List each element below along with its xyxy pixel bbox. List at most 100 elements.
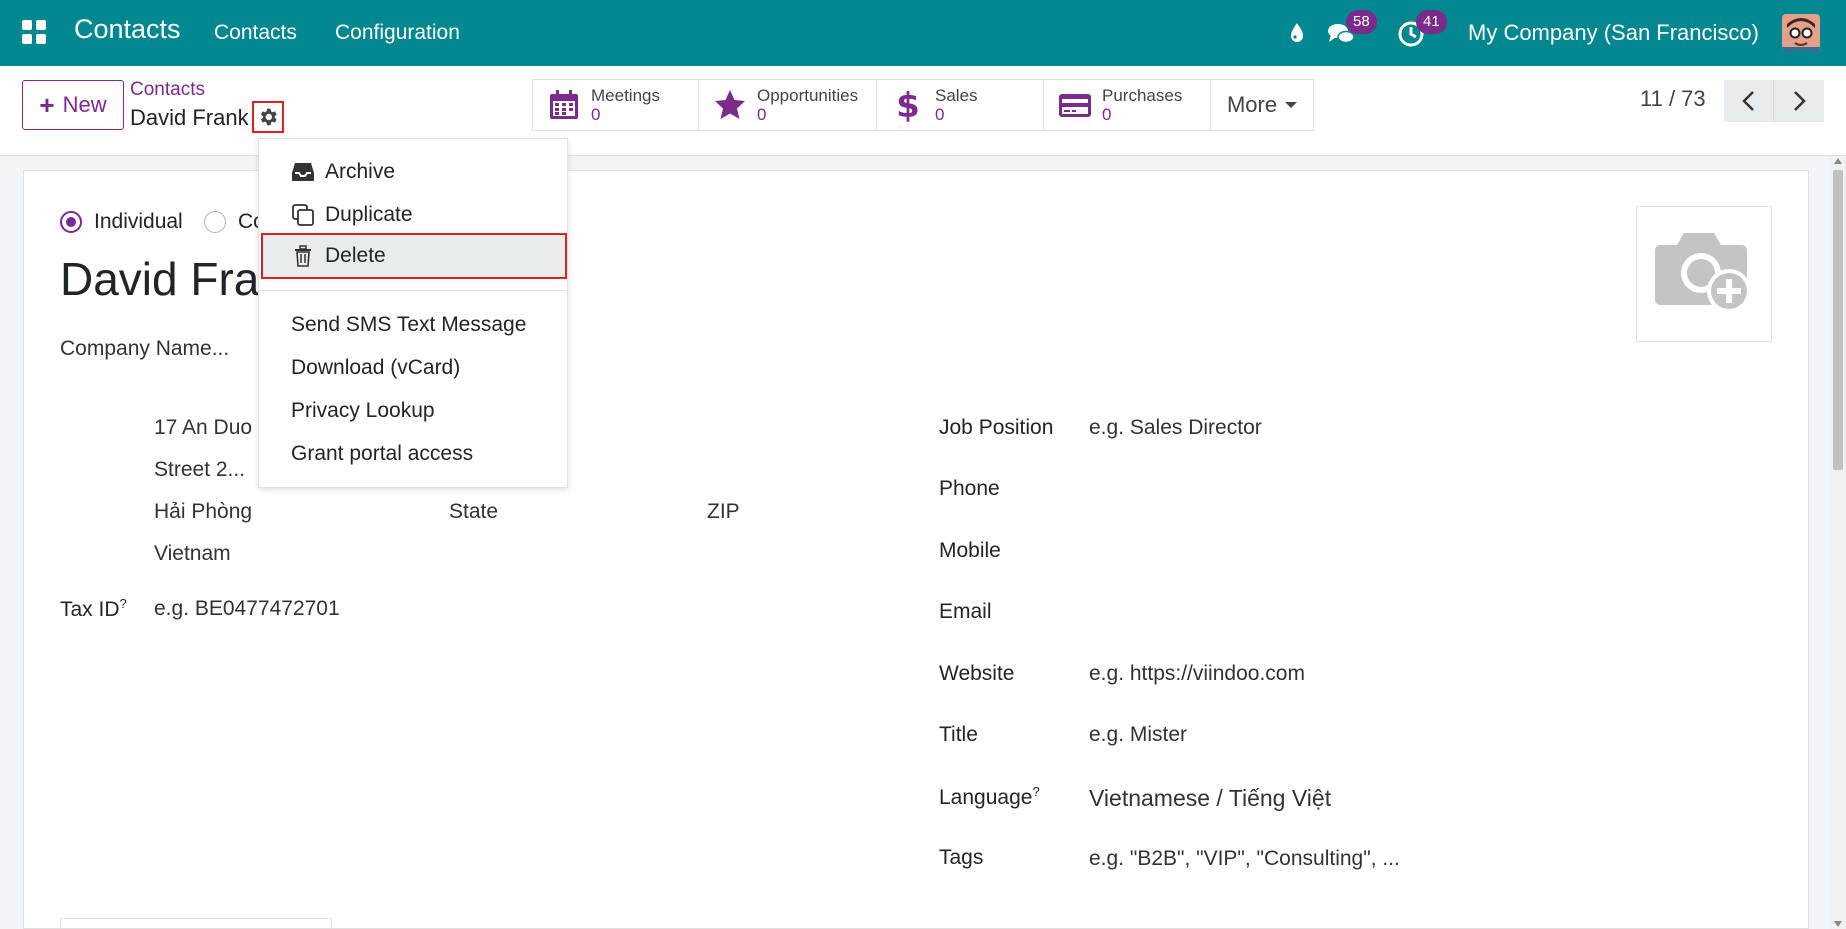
website-label: Website [939, 662, 1015, 685]
menu-item-delete[interactable]: Delete [261, 233, 567, 279]
plus-icon: + [39, 89, 55, 120]
company-switcher[interactable]: My Company (San Francisco) [1468, 20, 1759, 46]
pager-next-button[interactable] [1774, 80, 1824, 122]
menu-item-send-sms[interactable]: Send SMS Text Message [259, 305, 567, 345]
menu-item-duplicate[interactable]: Duplicate [259, 195, 567, 235]
email-input[interactable] [1089, 600, 1689, 628]
camera-plus-icon [1655, 233, 1751, 313]
menu-item-download-vcard[interactable]: Download (vCard) [259, 348, 567, 388]
phone-label: Phone [939, 477, 1000, 500]
tax-id-label: Tax ID? [60, 596, 127, 622]
chevron-right-icon [1794, 91, 1806, 111]
action-menu-button[interactable] [252, 101, 284, 133]
trash-icon [291, 244, 315, 268]
messages-badge: 58 [1346, 10, 1377, 34]
meetings-label: Meetings [591, 86, 660, 105]
menu-item-privacy-lookup-label: Privacy Lookup [291, 399, 435, 422]
scrollbar-thumb[interactable] [1833, 170, 1843, 470]
street-input[interactable]: 17 An Duo [154, 416, 252, 440]
action-dropdown-menu: Archive Duplicate Delete Send SMS Text M… [258, 138, 568, 488]
language-select[interactable]: Vietnamese / Tiếng Việt [1089, 785, 1331, 812]
menu-item-grant-portal-access[interactable]: Grant portal access [259, 434, 567, 474]
street2-input[interactable]: Street 2... [154, 458, 245, 482]
opportunities-count: 0 [757, 105, 767, 124]
drop-icon[interactable] [1280, 16, 1314, 50]
tags-label: Tags [939, 846, 984, 869]
menu-item-download-vcard-label: Download (vCard) [291, 356, 461, 379]
job-position-label: Job Position [939, 416, 1054, 439]
radio-individual-label: Individual [94, 210, 183, 233]
caret-down-icon [1285, 102, 1298, 108]
menu-item-send-sms-label: Send SMS Text Message [291, 313, 527, 336]
company-name-input[interactable]: Company Name... [60, 337, 229, 361]
tax-id-label-text: Tax ID [60, 598, 120, 621]
page-scrollbar[interactable] [1830, 156, 1846, 929]
contact-image-upload[interactable] [1636, 206, 1772, 342]
breadcrumb-record-name: David Frank [130, 105, 249, 130]
app-brand[interactable]: Contacts [74, 14, 181, 45]
country-input[interactable]: Vietnam [154, 542, 231, 566]
sales-count: 0 [935, 105, 945, 124]
scroll-down-arrow-icon[interactable] [1834, 921, 1842, 927]
top-navbar: Contacts Contacts Configuration 58 41 My… [0, 0, 1846, 66]
language-label: Language? [939, 784, 1040, 810]
meetings-smart-button[interactable]: Meetings 0 [533, 80, 699, 130]
menu-item-archive[interactable]: Archive [259, 152, 567, 192]
user-avatar[interactable] [1782, 14, 1820, 52]
sales-label: Sales [935, 86, 978, 105]
inbox-icon [291, 160, 315, 184]
language-help-icon[interactable]: ? [1032, 784, 1039, 799]
radio-company[interactable] [204, 211, 226, 233]
menu-item-duplicate-label: Duplicate [325, 203, 413, 226]
calendar-icon [550, 90, 578, 119]
pager-previous-button[interactable] [1724, 80, 1774, 122]
state-input[interactable]: State [449, 500, 498, 524]
purchases-count: 0 [1102, 105, 1112, 124]
tax-id-input[interactable]: e.g. BE0477472701 [154, 597, 340, 621]
new-button[interactable]: + New [22, 80, 124, 130]
job-position-input[interactable]: e.g. Sales Director [1089, 416, 1262, 440]
activities-badge: 41 [1416, 10, 1447, 34]
contact-name-input[interactable]: David Fra [60, 252, 259, 306]
more-label: More [1226, 92, 1278, 117]
city-input[interactable]: Hải Phòng [154, 500, 252, 524]
zip-input[interactable]: ZIP [707, 500, 740, 524]
chevron-left-icon [1741, 91, 1754, 111]
website-input[interactable]: e.g. https://viindoo.com [1089, 662, 1305, 686]
breadcrumb-contacts[interactable]: Contacts [130, 79, 205, 101]
phone-input[interactable] [1089, 477, 1689, 505]
dollar-icon: $ [896, 88, 920, 122]
app-grid-icon[interactable] [22, 20, 46, 44]
nav-menu-contacts[interactable]: Contacts [214, 21, 297, 45]
tags-input[interactable]: e.g. "B2B", "VIP", "Consulting", ... [1089, 847, 1400, 871]
tax-id-help-icon[interactable]: ? [120, 596, 127, 611]
svg-text:$: $ [896, 88, 920, 122]
purchases-label: Purchases [1102, 86, 1183, 105]
title-input[interactable]: e.g. Mister [1089, 723, 1187, 747]
scroll-up-arrow-icon[interactable] [1834, 158, 1842, 164]
menu-item-privacy-lookup[interactable]: Privacy Lookup [259, 391, 567, 431]
more-button[interactable]: More [1211, 80, 1313, 130]
radio-individual[interactable] [60, 211, 82, 233]
email-label: Email [939, 600, 992, 623]
credit-card-icon [1059, 94, 1091, 117]
menu-item-archive-label: Archive [325, 160, 396, 183]
notebook-tab[interactable] [60, 918, 332, 929]
menu-divider [259, 290, 567, 291]
nav-menu-configuration[interactable]: Configuration [335, 21, 460, 45]
gear-icon [260, 108, 277, 126]
language-label-text: Language [939, 786, 1033, 809]
mobile-input[interactable] [1089, 539, 1689, 567]
menu-item-delete-label: Delete [325, 244, 386, 267]
sales-smart-button[interactable]: $ Sales 0 [877, 80, 1044, 130]
pager-value[interactable]: 11 / 73 [1640, 86, 1706, 112]
copy-icon [291, 203, 315, 227]
menu-item-grant-portal-access-label: Grant portal access [291, 442, 474, 465]
mobile-label: Mobile [939, 539, 1001, 562]
star-icon [715, 90, 745, 119]
purchases-smart-button[interactable]: Purchases 0 [1044, 80, 1211, 130]
opportunities-smart-button[interactable]: Opportunities 0 [699, 80, 877, 130]
new-button-label: New [62, 92, 107, 117]
smart-buttons: Meetings 0 Opportunities 0 $ Sales 0 Purcha… [532, 79, 1314, 131]
opportunities-label: Opportunities [757, 86, 859, 105]
